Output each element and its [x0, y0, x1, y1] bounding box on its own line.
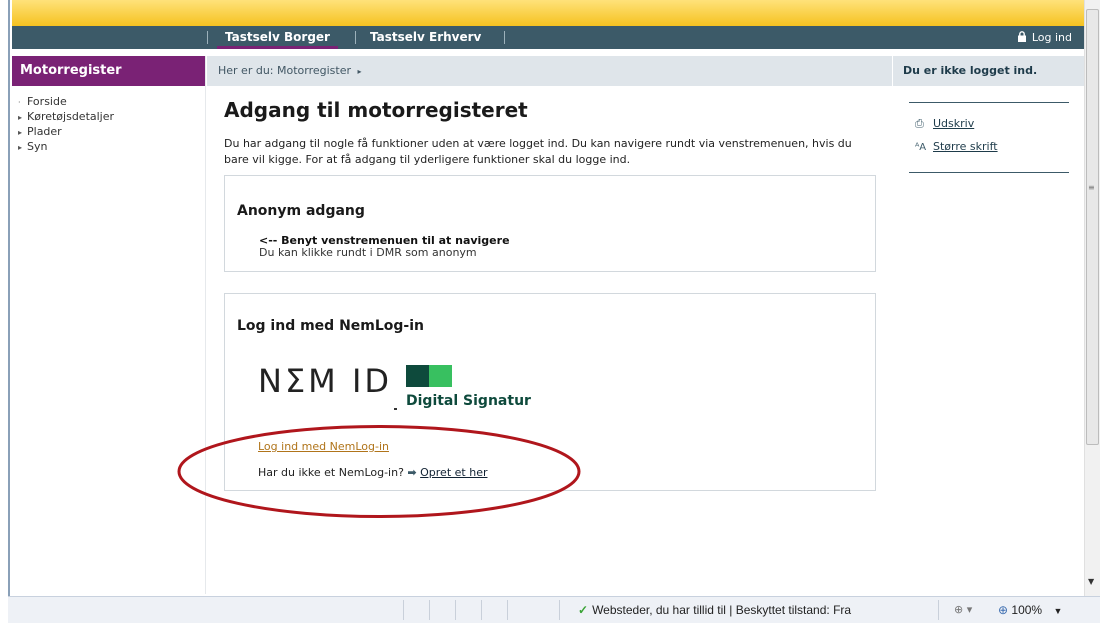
nemid-logo: NΣM ID Digital Signatur	[258, 362, 538, 422]
nemid-logo-text: NΣM ID	[258, 362, 393, 400]
triangle-right-icon: ▸	[18, 128, 23, 137]
anonymous-access-box: Anonym adgang <-- Benyt venstremenuen ti…	[224, 175, 876, 272]
logo-dot	[394, 408, 397, 410]
chevron-down-icon: ▼	[1053, 606, 1063, 616]
sidebar-item-label: Syn	[27, 140, 48, 153]
breadcrumb: Her er du: Motorregister ▸	[218, 56, 362, 87]
triangle-right-icon: ▸	[357, 67, 362, 76]
status-cell	[403, 600, 404, 620]
status-cell	[559, 600, 560, 620]
nav-separator	[504, 31, 505, 44]
divider	[909, 102, 1069, 103]
status-cell	[455, 600, 456, 620]
sidebar-title: Motorregister	[12, 56, 205, 86]
breadcrumb-bar: Her er du: Motorregister ▸	[207, 56, 892, 86]
sidebar-menu: · Forside ▸ Køretøjsdetaljer ▸ Plader ▸ Syn	[12, 86, 205, 155]
security-zone-status[interactable]: ✓ Websteder, du har tillid til | Beskytte…	[578, 597, 851, 623]
header-banner	[12, 0, 1084, 26]
sidebar-item-label: Forside	[27, 95, 67, 108]
top-navigation: Tastselv Borger Tastselv Erhverv Log ind	[12, 26, 1084, 49]
intro-text: Du har adgang til nogle få funktioner ud…	[224, 137, 852, 166]
breadcrumb-text: Her er du: Motorregister	[218, 64, 352, 77]
font-size-icon: ᴬA	[915, 142, 927, 153]
sidebar-item-label: Plader	[27, 125, 62, 138]
logo-square-dark	[406, 365, 429, 387]
printer-icon: ⎙	[915, 117, 924, 130]
sidebar-item-koeretoejsdetaljer[interactable]: ▸ Køretøjsdetaljer	[18, 110, 205, 125]
right-panel: Du er ikke logget ind. ⎙ Udskriv ᴬA Større…	[893, 56, 1084, 594]
security-zone-text: Websteder, du har tillid til | Beskyttet…	[592, 603, 852, 617]
larger-font-label: Større skrift	[933, 140, 998, 153]
bullet-icon: ·	[18, 98, 21, 107]
triangle-right-icon: ▸	[18, 113, 23, 122]
larger-font-link[interactable]: ᴬA Større skrift	[915, 140, 998, 153]
window-border	[8, 0, 10, 600]
status-cell	[429, 600, 430, 620]
login-status: Du er ikke logget ind.	[893, 56, 1084, 86]
nemlogin-title: Log ind med NemLog-in	[237, 318, 425, 334]
zone-dropdown-icon[interactable]: ⊕ ▾	[954, 597, 972, 623]
zoom-level: 100%	[1011, 603, 1043, 617]
annotation-ellipse	[177, 425, 581, 518]
login-link[interactable]: Log ind	[1017, 26, 1072, 49]
status-cell	[507, 600, 508, 620]
anonymous-access-title: Anonym adgang	[237, 203, 365, 219]
print-link[interactable]: ⎙ Udskriv	[915, 117, 974, 131]
sidebar-item-syn[interactable]: ▸ Syn	[18, 140, 205, 155]
status-bar: ✓ Websteder, du har tillid til | Beskytte…	[8, 596, 1100, 623]
status-cell	[481, 600, 482, 620]
sidebar-item-plader[interactable]: ▸ Plader	[18, 125, 205, 140]
login-label: Log ind	[1031, 31, 1072, 44]
grip-icon: ≡	[1088, 183, 1095, 192]
logo-square-green	[429, 365, 452, 387]
anonymous-access-description: Du kan klikke rundt i DMR som anonym	[259, 246, 477, 259]
tab-tastselv-borger[interactable]: Tastselv Borger	[217, 26, 338, 49]
nav-separator	[207, 31, 208, 44]
checkmark-icon: ✓	[578, 603, 589, 617]
digital-signatur-text: Digital Signatur	[406, 393, 531, 409]
vertical-scrollbar[interactable]: ≡ ▼	[1084, 0, 1100, 596]
divider	[909, 172, 1069, 173]
lock-icon	[1017, 31, 1026, 42]
browser-window: Tastselv Borger Tastselv Erhverv Log ind…	[0, 0, 1105, 623]
zoom-control[interactable]: ⊕ 100% ▼	[998, 597, 1062, 623]
sidebar-item-label: Køretøjsdetaljer	[27, 110, 115, 123]
page-title: Adgang til motorregisteret	[224, 98, 528, 122]
triangle-right-icon: ▸	[18, 143, 23, 152]
scrollbar-thumb[interactable]	[1086, 9, 1099, 445]
zoom-icon: ⊕	[998, 603, 1009, 617]
nav-separator	[355, 31, 356, 44]
status-cell	[938, 600, 939, 620]
tab-tastselv-erhverv[interactable]: Tastselv Erhverv	[362, 26, 489, 49]
scroll-down-icon[interactable]: ▼	[1088, 577, 1094, 586]
sidebar-item-forside[interactable]: · Forside	[18, 95, 205, 110]
print-label: Udskriv	[933, 117, 975, 130]
